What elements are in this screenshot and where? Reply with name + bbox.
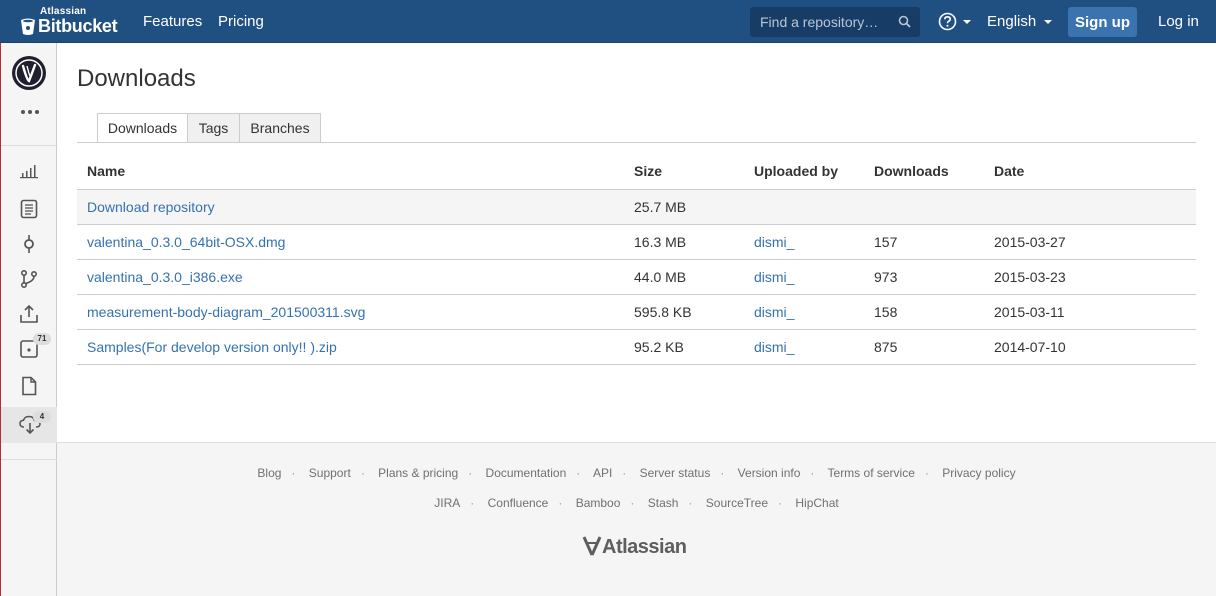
- sign-up-button[interactable]: Sign up: [1068, 7, 1137, 37]
- footer-link-api[interactable]: API: [593, 466, 612, 480]
- file-size: 595.8 KB: [624, 294, 744, 330]
- upload-date: 2015-03-11: [984, 294, 1196, 330]
- download-repository-link[interactable]: Download repository: [87, 199, 215, 215]
- sidebar-item-wiki[interactable]: [1, 368, 57, 402]
- atlassian-wordmark: Atlassian: [602, 536, 687, 558]
- sidebar-item-overview[interactable]: [1, 155, 57, 189]
- column-header-name[interactable]: Name: [77, 153, 624, 190]
- file-size: 16.3 MB: [624, 224, 744, 260]
- upload-date: 2015-03-23: [984, 259, 1196, 295]
- file-name-link[interactable]: Samples(For develop version only!! ).zip: [87, 339, 337, 355]
- upload-date: 2014-07-10: [984, 329, 1196, 365]
- footer-link-confluence[interactable]: Confluence: [488, 496, 549, 510]
- download-count: 973: [864, 259, 984, 295]
- sidebar-item-pull-requests[interactable]: 71: [1, 331, 57, 365]
- top-navigation-bar: Atlassian Bitbucket Features Pricing Eng…: [0, 0, 1216, 43]
- chevron-down-icon: [1044, 20, 1053, 25]
- footer-link-blog[interactable]: Blog: [257, 466, 281, 480]
- sidebar-item-branches[interactable]: [1, 261, 57, 295]
- nav-features-link[interactable]: Features: [143, 13, 202, 30]
- pull-requests-count-badge: 71: [33, 333, 51, 345]
- repository-sidebar: 71 4: [0, 43, 58, 596]
- table-row: Samples(For develop version only!! ).zip…: [77, 329, 1196, 365]
- language-label: English: [987, 13, 1037, 30]
- page-footer: Blog · Support · Plans & pricing · Document…: [57, 442, 1216, 596]
- footer-link-plans-pricing[interactable]: Plans & pricing: [378, 466, 458, 480]
- source-file-icon: [20, 199, 38, 219]
- atlassian-x-icon: [582, 536, 602, 556]
- language-selector[interactable]: English: [987, 13, 1053, 30]
- footer-link-documentation[interactable]: Documentation: [486, 466, 567, 480]
- file-size: 95.2 KB: [624, 329, 744, 365]
- footer-link-version-info[interactable]: Version info: [738, 466, 801, 480]
- help-question-icon: [938, 12, 957, 31]
- main-content: Downloads Downloads Tags Branches Name S…: [57, 43, 1216, 442]
- tab-downloads[interactable]: Downloads: [97, 113, 188, 143]
- footer-link-bamboo[interactable]: Bamboo: [576, 496, 621, 510]
- table-row: Download repository 25.7 MB: [77, 189, 1196, 225]
- tab-tags[interactable]: Tags: [187, 113, 240, 143]
- uploader-link[interactable]: dismi_: [754, 269, 794, 285]
- chevron-down-icon: [962, 19, 971, 24]
- file-size: 25.7 MB: [624, 189, 744, 225]
- uploader-link[interactable]: dismi_: [754, 304, 794, 320]
- column-header-downloads[interactable]: Downloads: [864, 153, 984, 190]
- bar-chart-icon: [20, 165, 38, 179]
- log-in-link[interactable]: Log in: [1158, 13, 1199, 30]
- more-options-icon[interactable]: [20, 109, 40, 115]
- search-input[interactable]: [750, 7, 890, 37]
- tab-branches[interactable]: Branches: [239, 113, 321, 143]
- file-name-link[interactable]: valentina_0.3.0_i386.exe: [87, 269, 243, 285]
- repository-avatar[interactable]: [12, 56, 46, 90]
- file-name-link[interactable]: measurement-body-diagram_201500311.svg: [87, 304, 365, 320]
- footer-link-stash[interactable]: Stash: [648, 496, 679, 510]
- downloads-table: Name Size Uploaded by Downloads Date Dow…: [77, 153, 1196, 365]
- upload-icon: [20, 304, 38, 323]
- upload-date: 2015-03-27: [984, 224, 1196, 260]
- download-count: 875: [864, 329, 984, 365]
- page-title: Downloads: [77, 65, 196, 92]
- table-header-row: Name Size Uploaded by Downloads Date: [77, 153, 1196, 190]
- bitbucket-bucket-icon: [21, 18, 35, 35]
- brand-product-name: Bitbucket: [38, 16, 118, 36]
- column-header-uploaded-by[interactable]: Uploaded by: [744, 153, 864, 190]
- footer-link-hipchat[interactable]: HipChat: [795, 496, 838, 510]
- sidebar-item-push[interactable]: [1, 296, 57, 330]
- sidebar-item-source[interactable]: [1, 191, 57, 225]
- footer-link-sourcetree[interactable]: SourceTree: [706, 496, 768, 510]
- download-count: 158: [864, 294, 984, 330]
- branch-icon: [20, 269, 38, 289]
- column-header-size[interactable]: Size: [624, 153, 744, 190]
- repository-search: [750, 7, 920, 37]
- nav-pricing-link[interactable]: Pricing: [218, 13, 264, 30]
- table-row: measurement-body-diagram_201500311.svg 5…: [77, 294, 1196, 330]
- file-size: 44.0 MB: [624, 259, 744, 295]
- table-row: valentina_0.3.0_64bit-OSX.dmg 16.3 MB di…: [77, 224, 1196, 260]
- downloads-count-badge: 4: [33, 411, 51, 423]
- uploader-link[interactable]: dismi_: [754, 234, 794, 250]
- uploader-link[interactable]: dismi_: [754, 339, 794, 355]
- document-icon: [22, 376, 37, 396]
- table-row: valentina_0.3.0_i386.exe 44.0 MB dismi_ …: [77, 259, 1196, 295]
- footer-links-primary: Blog · Support · Plans & pricing · Document…: [257, 466, 1016, 480]
- column-header-date[interactable]: Date: [984, 153, 1196, 190]
- search-icon[interactable]: [898, 15, 911, 28]
- footer-links-products: JIRA · Confluence · Bamboo · Stash · SourceT…: [434, 496, 839, 510]
- help-menu[interactable]: [938, 12, 971, 31]
- footer-link-jira[interactable]: JIRA: [434, 496, 460, 510]
- commit-icon: [24, 235, 34, 253]
- bitbucket-logo[interactable]: Atlassian Bitbucket: [20, 6, 124, 38]
- tab-divider: [77, 142, 1196, 143]
- valentina-logo-icon: [15, 59, 43, 87]
- footer-link-terms[interactable]: Terms of service: [828, 466, 915, 480]
- file-name-link[interactable]: valentina_0.3.0_64bit-OSX.dmg: [87, 234, 285, 250]
- footer-link-privacy[interactable]: Privacy policy: [942, 466, 1015, 480]
- footer-link-support[interactable]: Support: [309, 466, 351, 480]
- sidebar-item-downloads[interactable]: 4: [1, 407, 57, 443]
- footer-link-server-status[interactable]: Server status: [640, 466, 711, 480]
- sidebar-item-commits[interactable]: [1, 226, 57, 260]
- download-count: 157: [864, 224, 984, 260]
